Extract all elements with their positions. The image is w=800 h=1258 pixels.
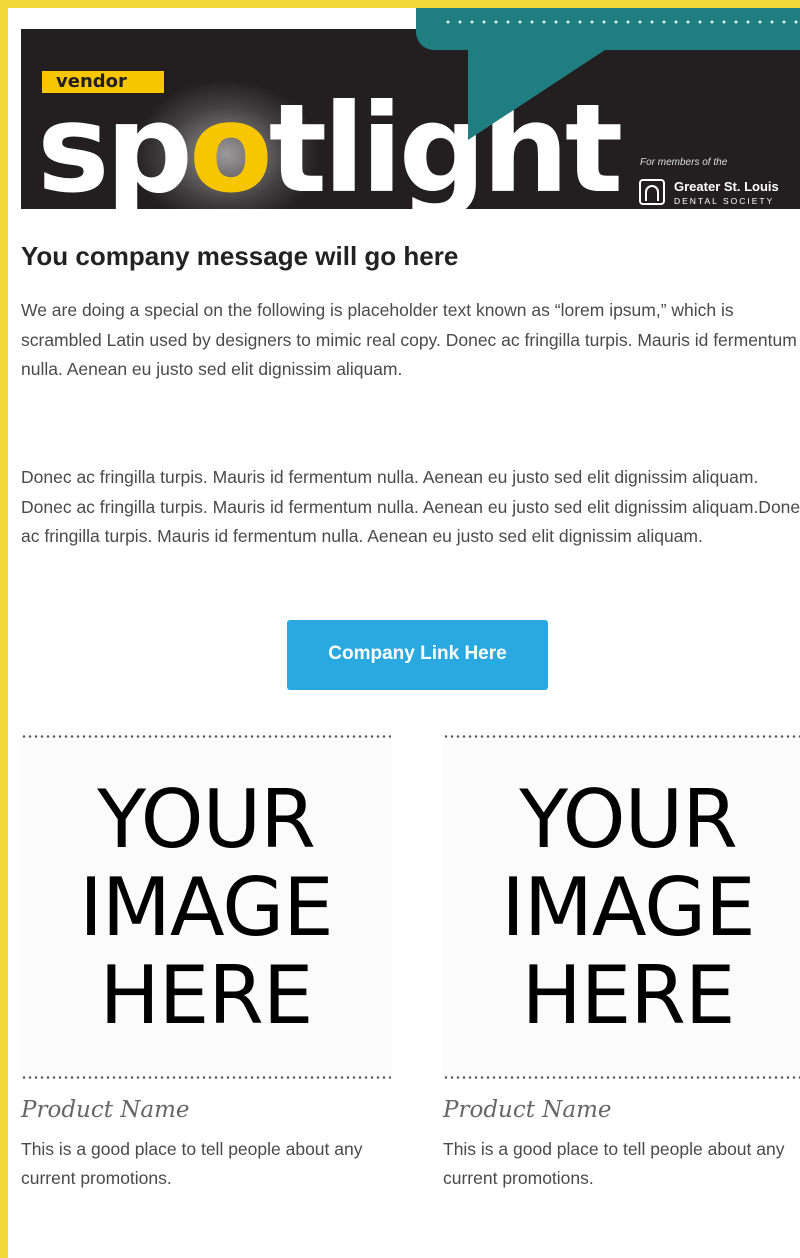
speech-bubble bbox=[416, 8, 800, 50]
image-line-1: YOUR bbox=[97, 773, 316, 866]
product-name: Product Name bbox=[21, 1097, 190, 1123]
product-card: YOUR IMAGE HERE Product Name This is a g… bbox=[21, 735, 391, 1193]
product-card: YOUR IMAGE HERE Product Name This is a g… bbox=[443, 735, 800, 1193]
message-headline: You company message will go here bbox=[21, 241, 459, 271]
image-line-1: YOUR bbox=[519, 773, 738, 866]
image-line-3: HERE bbox=[99, 949, 314, 1042]
product-description: This is a good place to tell people abou… bbox=[21, 1139, 363, 1188]
image-line-2: IMAGE bbox=[79, 861, 333, 954]
message-paragraph-2: Donec ac fringilla turpis. Mauris id fer… bbox=[21, 467, 800, 546]
product-image-placeholder[interactable]: YOUR IMAGE HERE bbox=[21, 738, 391, 1076]
dotted-divider-bottom bbox=[21, 1076, 391, 1079]
members-label: For members of the bbox=[640, 157, 728, 168]
vendor-tag: vendor bbox=[42, 71, 164, 93]
bubble-dotted-line bbox=[442, 20, 800, 24]
image-line-3: HERE bbox=[521, 949, 736, 1042]
org-subtitle: DENTAL SOCIETY bbox=[674, 196, 775, 206]
product-image-placeholder[interactable]: YOUR IMAGE HERE bbox=[443, 738, 800, 1076]
dotted-divider-bottom bbox=[443, 1076, 800, 1079]
email-page: spotlight vendor For members of the Grea… bbox=[8, 8, 800, 1258]
org-name: Greater St. Louis bbox=[674, 179, 779, 194]
speech-bubble-tail bbox=[468, 48, 608, 140]
product-name: Product Name bbox=[443, 1097, 612, 1123]
arch-logo-icon bbox=[639, 179, 665, 205]
wordmark-o: o bbox=[188, 78, 273, 209]
wordmark-start: sp bbox=[37, 78, 193, 209]
image-line-2: IMAGE bbox=[501, 861, 755, 954]
company-link-button[interactable]: Company Link Here bbox=[287, 620, 548, 690]
product-description: This is a good place to tell people abou… bbox=[443, 1139, 785, 1188]
vendor-spotlight-banner: spotlight vendor For members of the Grea… bbox=[21, 29, 800, 209]
message-paragraph-1: We are doing a special on the following … bbox=[21, 300, 797, 379]
